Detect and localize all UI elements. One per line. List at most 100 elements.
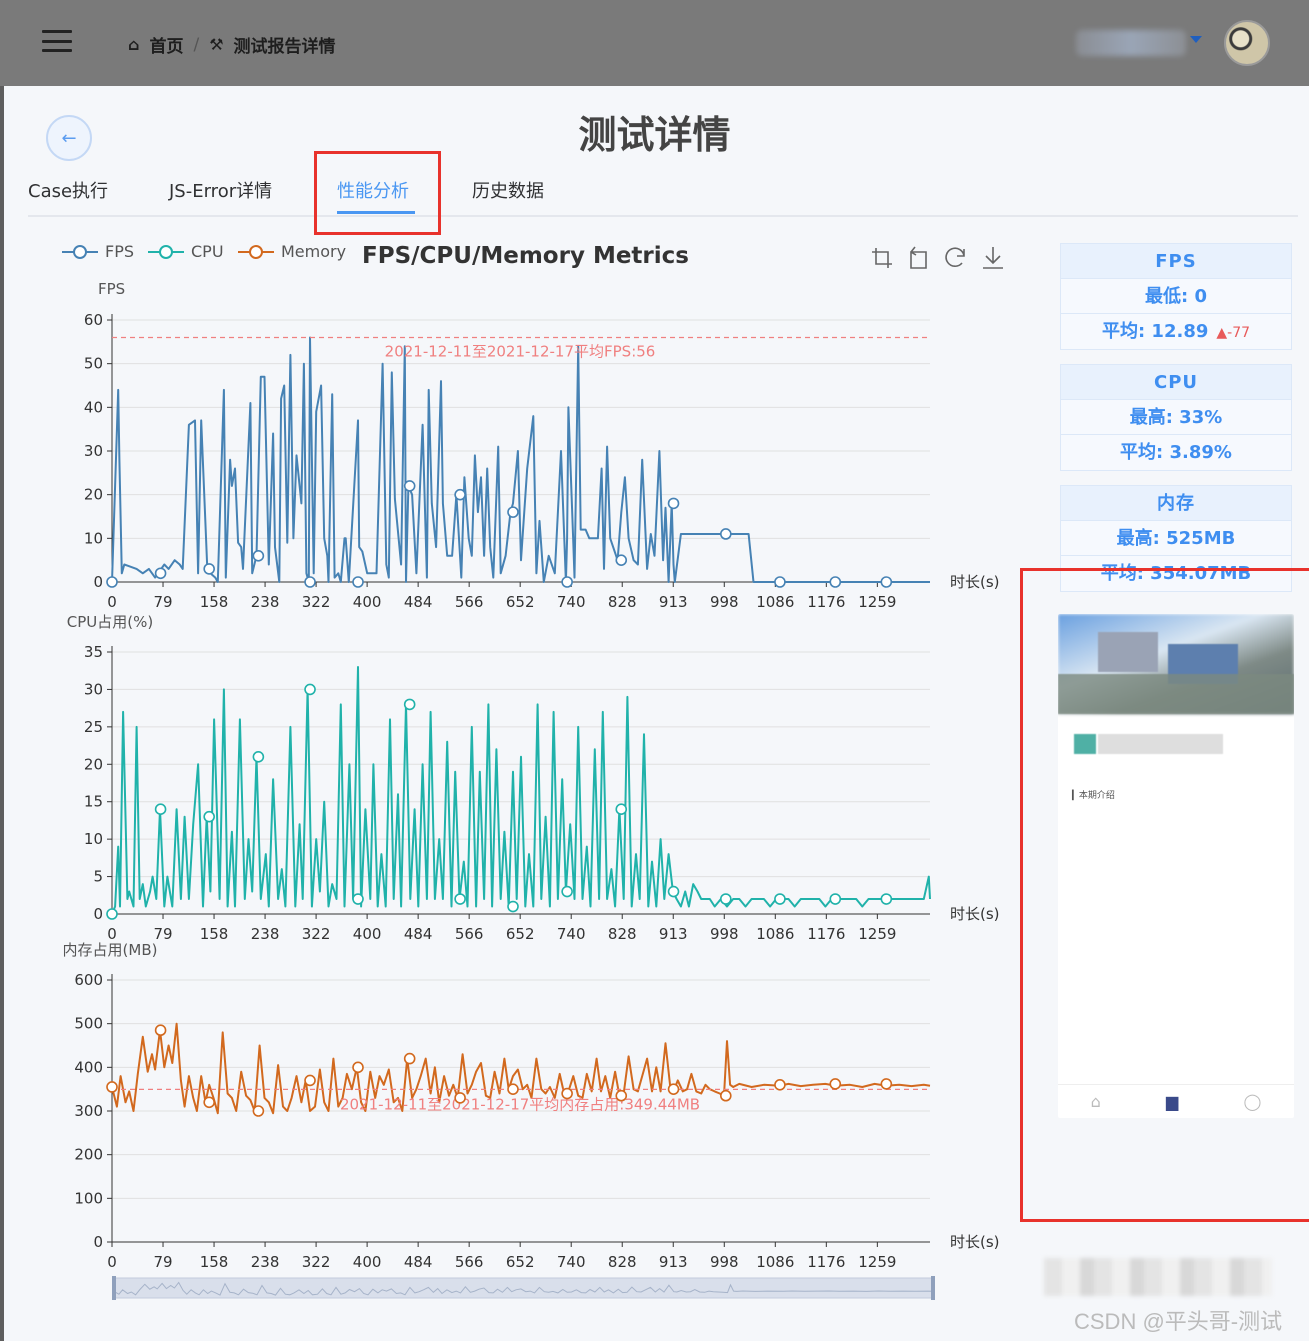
data-point-marker[interactable] bbox=[615, 554, 628, 566]
data-point-marker[interactable] bbox=[304, 1074, 316, 1087]
data-point-marker[interactable] bbox=[454, 893, 466, 905]
data-point-marker[interactable] bbox=[774, 893, 786, 905]
data-point-marker[interactable] bbox=[252, 549, 265, 562]
data-point-marker[interactable] bbox=[829, 576, 842, 588]
chart-panel-memory: 内存占用(MB) 0 100 200 300 400 500 600 0 79 158 238 322 4… bbox=[63, 941, 1000, 1271]
zoom-select-icon[interactable] bbox=[872, 248, 892, 268]
data-point-marker[interactable] bbox=[561, 1087, 573, 1100]
device-screenshot-preview[interactable]: ▎本期介绍 ⌂ ▆ ◯ bbox=[1058, 614, 1294, 1118]
data-point-marker[interactable] bbox=[203, 1096, 215, 1109]
avatar[interactable] bbox=[1224, 20, 1270, 66]
data-point-marker[interactable] bbox=[154, 1024, 167, 1037]
data-point-marker[interactable] bbox=[352, 576, 364, 588]
chart-toolbox bbox=[872, 246, 1003, 269]
pixelated-block bbox=[1098, 734, 1223, 754]
data-point-marker[interactable] bbox=[304, 576, 316, 588]
data-point-marker[interactable] bbox=[507, 1083, 519, 1095]
x-tick-label: 998 bbox=[710, 925, 739, 943]
data-point-marker[interactable] bbox=[615, 1089, 628, 1102]
data-point-marker[interactable] bbox=[507, 506, 519, 518]
data-point-marker[interactable] bbox=[720, 528, 732, 540]
legend-marker bbox=[73, 245, 87, 259]
x-tick-label: 913 bbox=[659, 593, 688, 611]
legend-item-cpu[interactable]: CPU bbox=[148, 242, 224, 261]
y-tick-label: 200 bbox=[74, 1146, 103, 1164]
data-zoom-handle-left[interactable] bbox=[112, 1276, 116, 1300]
user-dropdown-icon[interactable] bbox=[1190, 36, 1202, 43]
data-point-marker[interactable] bbox=[880, 893, 893, 905]
data-point-marker[interactable] bbox=[352, 893, 364, 905]
data-zoom-slider[interactable] bbox=[112, 1276, 935, 1300]
cpu-avg-value: 平均: 3.89% bbox=[1061, 435, 1291, 470]
home-icon: ⌂ bbox=[1090, 1092, 1101, 1111]
data-point-marker[interactable] bbox=[667, 885, 680, 898]
watermark: CSDN @平头哥-测试 bbox=[1074, 1309, 1283, 1334]
data-point-marker[interactable] bbox=[454, 1092, 466, 1104]
data-point-marker[interactable] bbox=[106, 1081, 118, 1093]
data-point-marker[interactable] bbox=[507, 900, 519, 913]
data-point-marker[interactable] bbox=[880, 1078, 893, 1090]
menu-toggle-icon[interactable] bbox=[42, 30, 72, 52]
data-zoom-track[interactable] bbox=[113, 1277, 935, 1299]
data-point-marker[interactable] bbox=[829, 893, 842, 905]
data-point-marker[interactable] bbox=[252, 750, 265, 763]
x-tick-label: 0 bbox=[107, 593, 117, 611]
tab-js-error[interactable]: JS-Error详情 bbox=[169, 177, 272, 203]
breadcrumb-separator: / bbox=[193, 34, 200, 55]
data-point-marker[interactable] bbox=[454, 488, 466, 501]
data-point-marker[interactable] bbox=[352, 1061, 364, 1074]
y-tick-label: 15 bbox=[84, 793, 103, 811]
data-point-marker[interactable] bbox=[720, 893, 732, 905]
x-tick-label: 322 bbox=[302, 593, 331, 611]
refresh-icon[interactable] bbox=[945, 247, 965, 268]
data-point-marker[interactable] bbox=[561, 885, 573, 898]
y-tick-label: 5 bbox=[93, 868, 103, 886]
data-point-marker[interactable] bbox=[106, 576, 118, 588]
x-tick-label: 566 bbox=[455, 1253, 484, 1271]
y-tick-label: 35 bbox=[84, 643, 103, 661]
x-tick-label: 913 bbox=[659, 925, 688, 943]
y-tick-label: 50 bbox=[84, 355, 103, 373]
data-point-marker[interactable] bbox=[774, 576, 786, 588]
data-point-marker[interactable] bbox=[403, 480, 416, 492]
zoom-reset-icon[interactable] bbox=[910, 246, 927, 269]
x-axis-label: 时长(s) bbox=[950, 573, 1000, 591]
data-point-marker[interactable] bbox=[667, 1083, 680, 1095]
x-axis-label: 时长(s) bbox=[950, 1233, 1000, 1251]
data-point-marker[interactable] bbox=[774, 1078, 786, 1091]
legend-item-fps[interactable]: FPS bbox=[62, 242, 134, 261]
x-tick-label: 998 bbox=[710, 593, 739, 611]
blurred-content bbox=[1044, 1258, 1272, 1296]
data-point-marker[interactable] bbox=[403, 698, 416, 711]
data-point-marker[interactable] bbox=[667, 497, 680, 510]
x-tick-label: 322 bbox=[302, 1253, 331, 1271]
data-point-marker[interactable] bbox=[106, 908, 118, 920]
data-point-marker[interactable] bbox=[880, 576, 893, 588]
y-tick-label: 30 bbox=[84, 442, 103, 460]
download-icon[interactable] bbox=[983, 247, 1003, 269]
preview-tabbar: ⌂ ▆ ◯ bbox=[1058, 1084, 1294, 1118]
legend-item-memory[interactable]: Memory bbox=[238, 242, 346, 261]
data-point-marker[interactable] bbox=[154, 567, 167, 580]
data-point-marker[interactable] bbox=[829, 1078, 842, 1090]
data-point-marker[interactable] bbox=[403, 1052, 416, 1065]
data-point-marker[interactable] bbox=[203, 810, 215, 823]
data-point-marker[interactable] bbox=[304, 683, 316, 696]
x-tick-label: 400 bbox=[353, 593, 382, 611]
tab-history[interactable]: 历史数据 bbox=[472, 177, 544, 203]
breadcrumb-home[interactable]: 首页 bbox=[149, 32, 183, 57]
x-tick-label: 913 bbox=[659, 1253, 688, 1271]
data-zoom-handle-right[interactable] bbox=[931, 1276, 935, 1300]
legend-marker bbox=[159, 245, 173, 259]
username-blurred[interactable] bbox=[1076, 30, 1186, 56]
y-tick-label: 100 bbox=[74, 1189, 103, 1207]
data-point-marker[interactable] bbox=[203, 563, 215, 575]
data-point-marker[interactable] bbox=[154, 803, 167, 816]
chart-legend: FPS CPU Memory bbox=[62, 242, 346, 261]
data-point-marker[interactable] bbox=[561, 576, 573, 588]
data-point-marker[interactable] bbox=[252, 1105, 265, 1117]
data-point-marker[interactable] bbox=[720, 1089, 732, 1102]
top-navigation-bar: ⌂ 首页 / ⚒ 测试报告详情 bbox=[0, 0, 1309, 86]
data-point-marker[interactable] bbox=[615, 803, 628, 816]
tab-case-execution[interactable]: Case执行 bbox=[28, 177, 108, 203]
